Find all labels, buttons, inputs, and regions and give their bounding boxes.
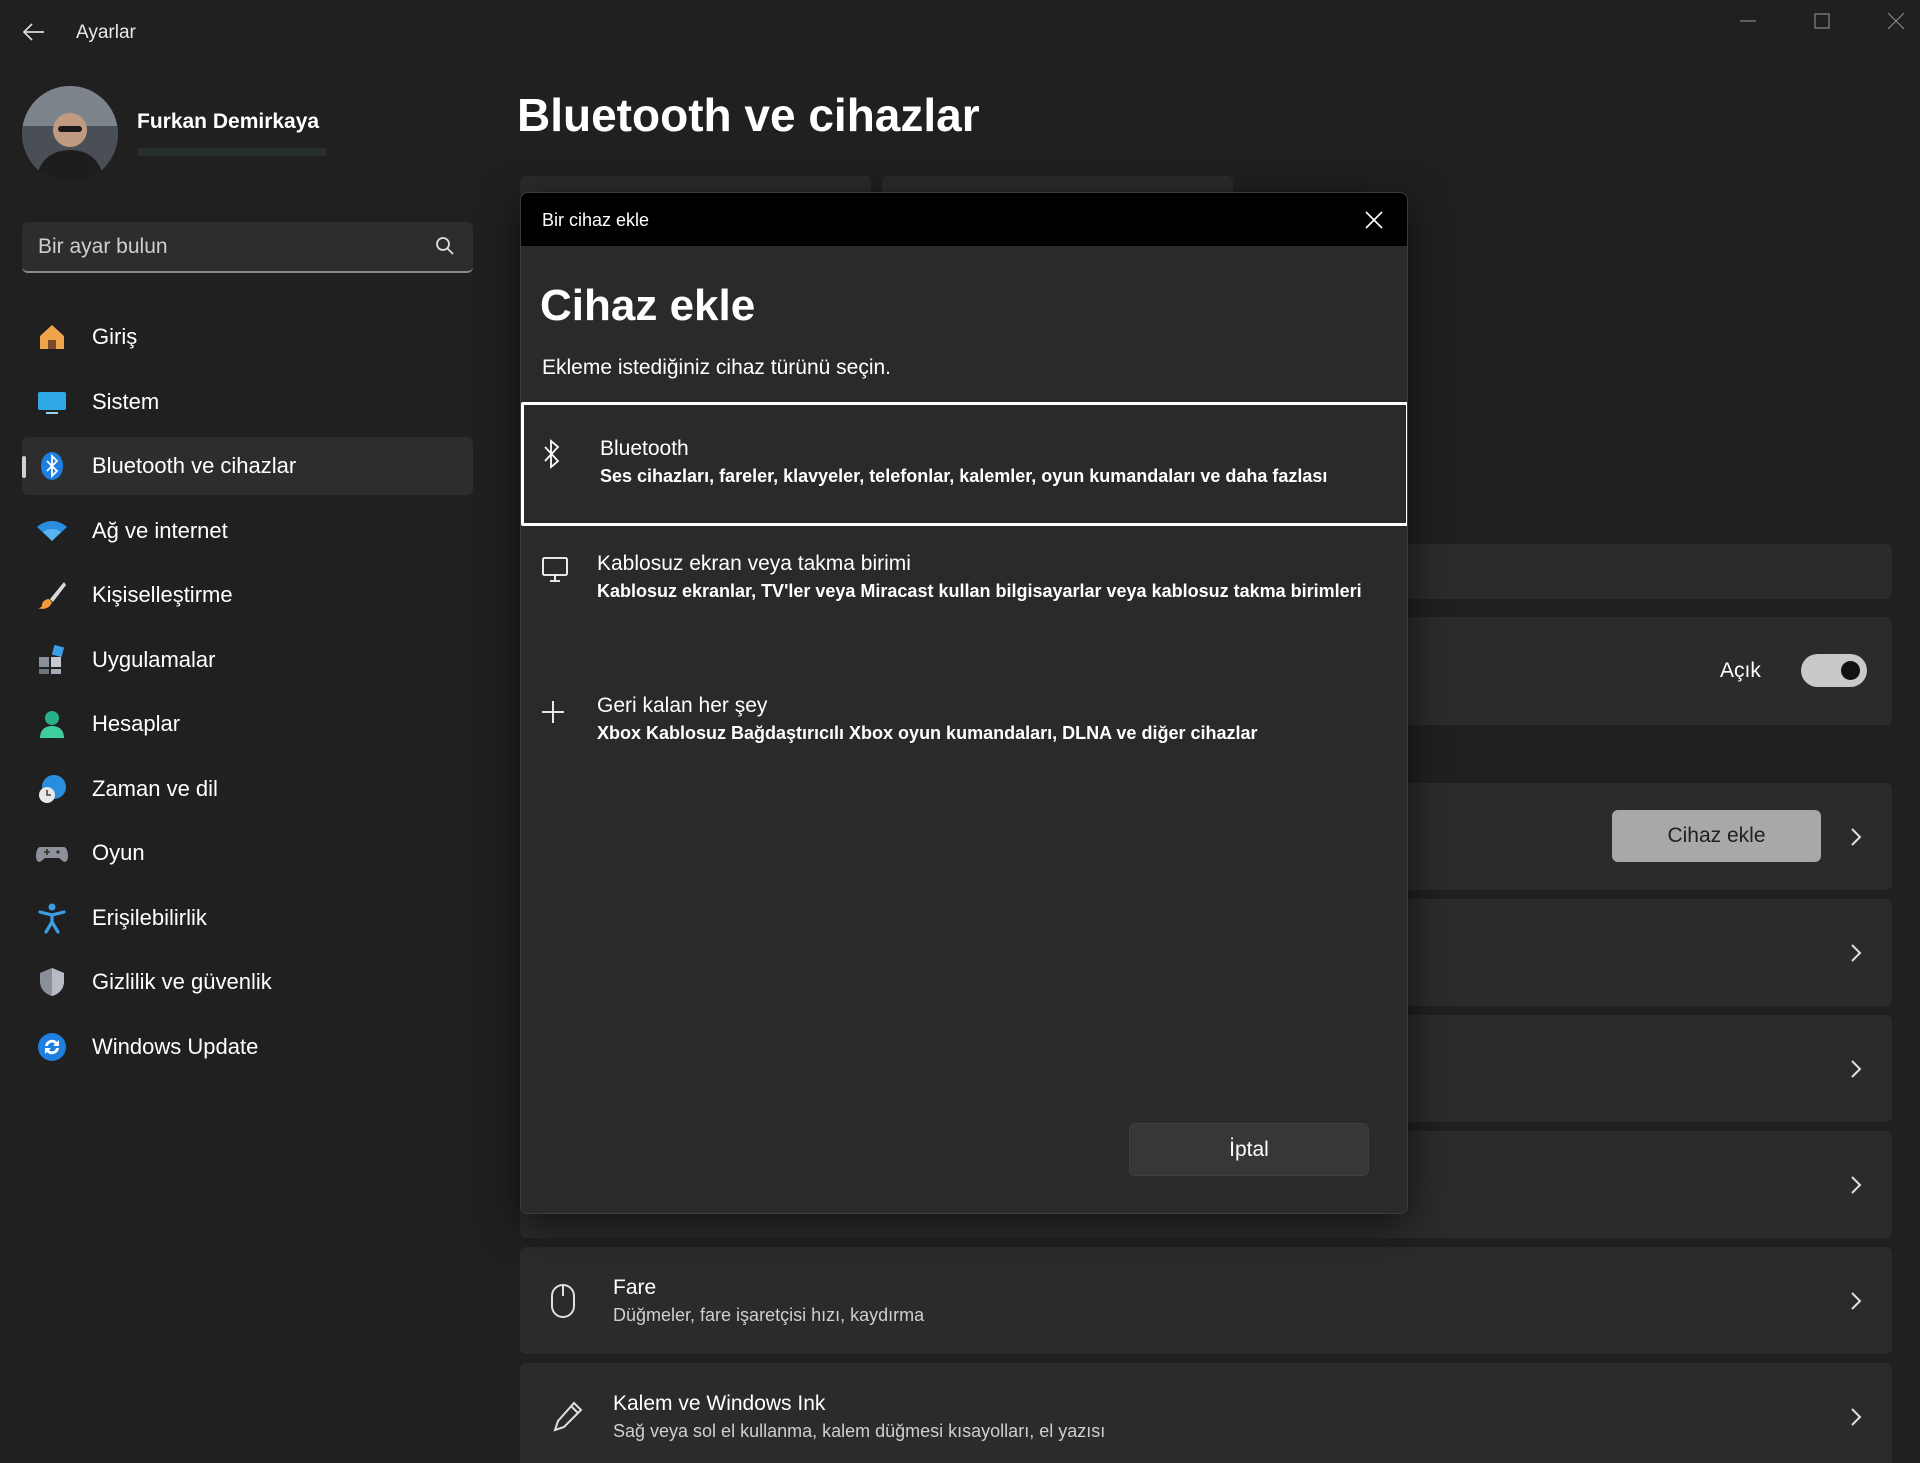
- chevron-right-icon: [1851, 943, 1862, 962]
- option-description: Ses cihazları, fareler, klavyeler, telef…: [600, 466, 1328, 486]
- chevron-right-icon: [1851, 827, 1862, 846]
- brush-icon: [38, 582, 66, 609]
- card-description: Düğmeler, fare işaretçisi hızı, kaydırma: [613, 1305, 925, 1325]
- page-title: Bluetooth ve cihazlar: [517, 89, 980, 141]
- profile-email-redacted: [137, 148, 327, 156]
- dialog-titlebar: Bir cihaz ekle: [521, 193, 1407, 246]
- user-profile[interactable]: Furkan Demirkaya: [22, 86, 327, 182]
- dialog-window-title: Bir cihaz ekle: [542, 210, 650, 230]
- chevron-right-icon: [1851, 1407, 1862, 1426]
- pen-settings-card[interactable]: Kalem ve Windows Ink Sağ veya sol el kul…: [520, 1363, 1892, 1463]
- plus-icon: [542, 701, 564, 723]
- monitor-icon: [542, 557, 568, 582]
- mouse-settings-card[interactable]: Fare Düğmeler, fare işaretçisi hızı, kay…: [520, 1247, 1892, 1354]
- dialog-subtitle: Ekleme istediğiniz cihaz türünü seçin.: [542, 356, 892, 379]
- sidebar-item-label: Hesaplar: [92, 711, 181, 736]
- option-description: Kablosuz ekranlar, TV'ler veya Miracast …: [597, 581, 1362, 601]
- avatar: [22, 86, 118, 182]
- home-icon: [40, 325, 64, 349]
- close-icon: [1365, 211, 1383, 229]
- cancel-button[interactable]: İptal: [1129, 1123, 1369, 1176]
- close-window-button[interactable]: [1876, 6, 1916, 36]
- search-input[interactable]: [38, 234, 418, 260]
- window-titlebar: Ayarlar: [0, 0, 1920, 66]
- sidebar-item-system[interactable]: Sistem: [22, 373, 473, 431]
- system-icon: [38, 391, 66, 414]
- sidebar-item-label: Sistem: [92, 388, 160, 414]
- pen-icon: [553, 1401, 583, 1432]
- sidebar-item-label: Uygulamalar: [92, 646, 216, 672]
- close-icon: [1887, 12, 1905, 30]
- sidebar-item-label: Gizlilik ve güvenlik: [92, 969, 272, 994]
- card-title: Fare: [613, 1276, 657, 1299]
- card-description: Sağ veya sol el kullanma, kalem düğmesi …: [613, 1421, 1106, 1441]
- sidebar-item-apps[interactable]: Uygulamalar: [22, 631, 473, 689]
- sidebar-item-time-language[interactable]: Zaman ve dil: [22, 760, 473, 818]
- sidebar-item-network[interactable]: Ağ ve internet: [22, 502, 473, 560]
- wifi-icon: [37, 520, 67, 541]
- add-device-button[interactable]: Cihaz ekle: [1612, 810, 1821, 862]
- chevron-right-icon: [1851, 1291, 1862, 1310]
- sidebar-item-label: Bluetooth ve cihazlar: [92, 453, 297, 478]
- back-button[interactable]: [18, 16, 50, 48]
- profile-name: Furkan Demirkaya: [137, 110, 320, 133]
- gamepad-icon: [36, 847, 68, 862]
- toggle-knob: [1841, 661, 1860, 680]
- sidebar-item-home[interactable]: Giriş: [22, 308, 473, 366]
- bluetooth-icon: [41, 452, 63, 480]
- chevron-right-icon: [1851, 1059, 1862, 1078]
- maximize-icon: [1814, 13, 1830, 29]
- chevron-right-icon: [1851, 1175, 1862, 1194]
- sidebar-item-accounts[interactable]: Hesaplar: [22, 695, 473, 753]
- apps-icon: [39, 644, 65, 674]
- minimize-button[interactable]: [1728, 6, 1768, 36]
- sidebar-item-accessibility[interactable]: Erişilebilirlik: [22, 889, 473, 947]
- sidebar-item-windows-update[interactable]: Windows Update: [22, 1018, 473, 1076]
- option-bluetooth[interactable]: Bluetooth Ses cihazları, fareler, klavye…: [521, 402, 1407, 526]
- shield-icon: [40, 968, 64, 996]
- bluetooth-icon: [544, 439, 560, 469]
- mouse-icon: [551, 1283, 575, 1318]
- bluetooth-toggle[interactable]: [1801, 654, 1867, 687]
- sidebar-nav: Giriş Sistem Bluetooth ve cihazlar Ağ ve…: [22, 308, 473, 1082]
- accessibility-icon: [38, 903, 66, 934]
- sidebar-item-label: Zaman ve dil: [92, 775, 218, 801]
- sidebar-item-bluetooth[interactable]: Bluetooth ve cihazlar: [22, 437, 473, 495]
- back-arrow-icon: [23, 23, 44, 41]
- sidebar-item-label: Kişiselleştirme: [92, 582, 233, 607]
- option-description: Xbox Kablosuz Bağdaştırıcılı Xbox oyun k…: [597, 723, 1258, 743]
- settings-search[interactable]: [22, 222, 473, 273]
- option-title: Geri kalan her şey: [597, 694, 768, 717]
- app-title: Ayarlar: [76, 22, 136, 43]
- search-icon[interactable]: [435, 236, 455, 256]
- sidebar-item-personalization[interactable]: Kişiselleştirme: [22, 566, 473, 624]
- sidebar-item-label: Oyun: [92, 840, 145, 865]
- dialog-close-button[interactable]: [1359, 205, 1389, 235]
- clock-globe-icon: [39, 774, 66, 803]
- sidebar-item-gaming[interactable]: Oyun: [22, 824, 473, 882]
- add-device-dialog: Bir cihaz ekle Cihaz ekle Ekleme istediğ…: [520, 192, 1408, 1214]
- account-icon: [40, 711, 64, 738]
- sidebar-item-label: Windows Update: [92, 1033, 259, 1059]
- sidebar-item-label: Giriş: [92, 324, 138, 349]
- update-icon: [38, 1032, 66, 1061]
- bluetooth-toggle-label: Açık: [1720, 659, 1761, 682]
- sidebar-item-label: Erişilebilirlik: [92, 904, 207, 930]
- maximize-button[interactable]: [1802, 6, 1842, 36]
- option-wireless-display[interactable]: Kablosuz ekran veya takma birimi Kablosu…: [521, 543, 1407, 663]
- sidebar-item-label: Ağ ve internet: [92, 517, 228, 543]
- minimize-icon: [1740, 20, 1756, 22]
- dialog-heading: Cihaz ekle: [540, 281, 756, 330]
- sidebar-item-privacy[interactable]: Gizlilik ve güvenlik: [22, 953, 473, 1011]
- card-title: Kalem ve Windows Ink: [613, 1392, 826, 1415]
- option-title: Kablosuz ekran veya takma birimi: [597, 552, 911, 575]
- option-title: Bluetooth: [600, 437, 689, 460]
- option-everything-else[interactable]: Geri kalan her şey Xbox Kablosuz Bağdaşt…: [521, 688, 1407, 778]
